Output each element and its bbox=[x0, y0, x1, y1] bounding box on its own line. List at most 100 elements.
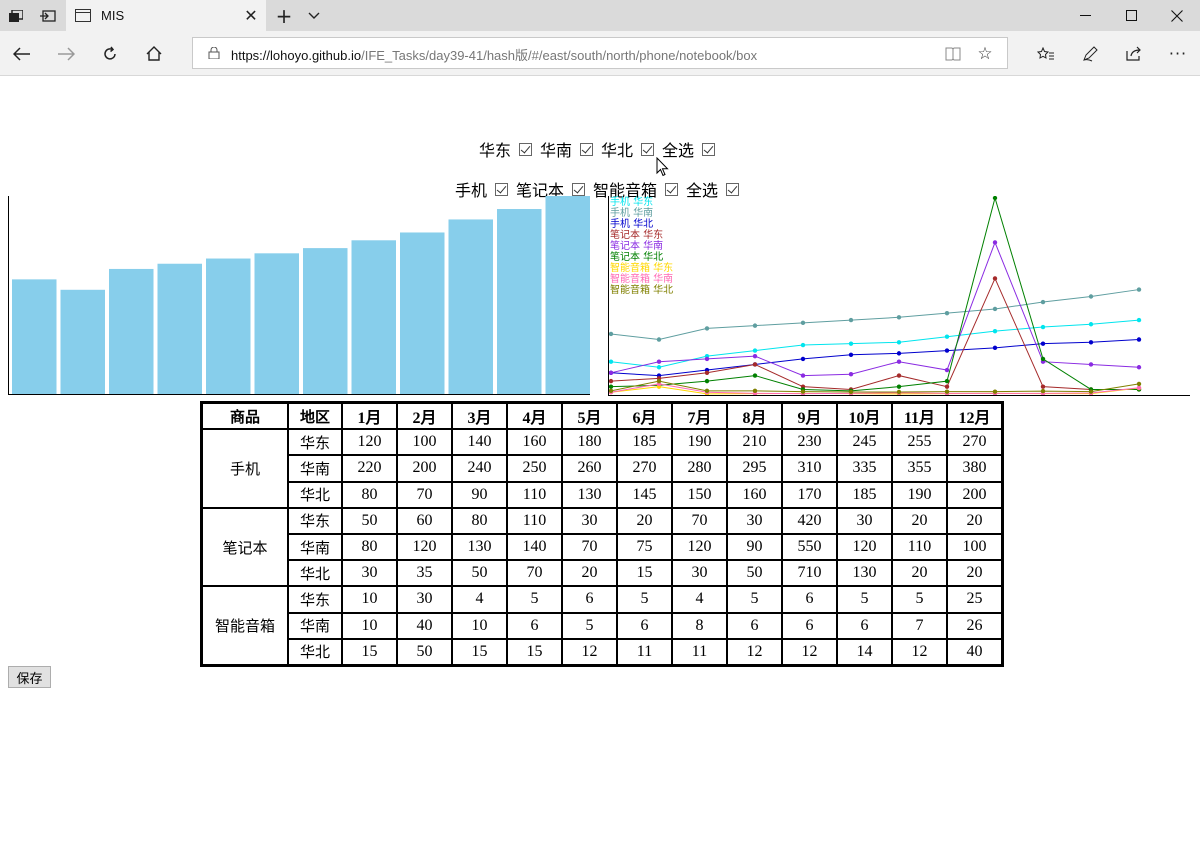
data-point bbox=[992, 276, 998, 281]
table-header-row: 商品 地区 1月 2月 3月 4月 5月 6月 7月 8月 9月 10月 11月 12月 bbox=[202, 403, 1002, 430]
new-tab-icon[interactable]: + bbox=[268, 0, 300, 31]
region-checkbox[interactable] bbox=[702, 142, 716, 156]
data-point bbox=[608, 388, 614, 394]
data-point bbox=[992, 196, 998, 201]
value-cell: 20 bbox=[947, 507, 1002, 534]
product-cell: 手机 bbox=[202, 429, 288, 508]
table-row: 华北 80 70 90 110 130 145 150 160 170 185 190 200 bbox=[202, 481, 1002, 508]
product-checkbox[interactable] bbox=[726, 182, 740, 196]
region-checkbox[interactable] bbox=[580, 142, 593, 156]
value-cell: 100 bbox=[397, 429, 452, 456]
data-point bbox=[1040, 299, 1046, 305]
product-checkbox[interactable] bbox=[494, 182, 508, 196]
favorites-icon[interactable] bbox=[1024, 31, 1068, 76]
save-button[interactable]: 保存 bbox=[8, 666, 51, 688]
bar bbox=[157, 263, 202, 394]
region-cell: 华南 bbox=[288, 455, 342, 482]
value-cell: 5 bbox=[507, 586, 562, 613]
set-tabs-aside-icon[interactable] bbox=[32, 0, 64, 31]
data-point bbox=[704, 356, 710, 362]
value-cell: 75 bbox=[617, 533, 672, 561]
value-cell: 160 bbox=[727, 481, 782, 508]
value-cell: 70 bbox=[672, 507, 727, 534]
data-point bbox=[848, 317, 854, 323]
region-checkbox[interactable] bbox=[518, 142, 532, 156]
data-point bbox=[608, 370, 614, 376]
value-cell: 255 bbox=[892, 429, 947, 456]
refresh-icon[interactable] bbox=[88, 31, 132, 76]
value-cell: 335 bbox=[837, 455, 892, 482]
minimize-icon[interactable] bbox=[1062, 0, 1108, 31]
reading-view-icon[interactable] bbox=[941, 42, 965, 66]
value-cell: 14 bbox=[837, 638, 892, 665]
active-tab[interactable]: MIS ✕ bbox=[66, 0, 266, 31]
more-options-icon[interactable]: ··· bbox=[1156, 31, 1200, 76]
region-cell: 华南 bbox=[288, 612, 342, 639]
data-point bbox=[608, 378, 614, 384]
value-cell: 8 bbox=[672, 612, 727, 639]
value-cell: 10 bbox=[342, 612, 397, 639]
table-row: 华南 80 120 130 140 70 75 120 90 550 120 110 100 bbox=[202, 533, 1002, 561]
data-point bbox=[752, 323, 758, 328]
address-bar[interactable]: https://lohoyo.github.io/IFE_Tasks/day39… bbox=[192, 37, 1008, 69]
data-point bbox=[944, 348, 950, 353]
data-point bbox=[1136, 365, 1142, 370]
close-window-icon[interactable] bbox=[1154, 0, 1200, 31]
home-icon[interactable] bbox=[132, 31, 176, 76]
share-icon[interactable] bbox=[1112, 31, 1156, 76]
value-cell: 240 bbox=[452, 455, 507, 482]
table-row: 华北 15 50 15 15 12 11 11 12 12 14 12 40 bbox=[202, 638, 1002, 665]
data-point bbox=[944, 334, 950, 339]
value-cell: 5 bbox=[892, 586, 947, 613]
column-header: 6月 bbox=[617, 403, 672, 430]
value-cell: 185 bbox=[837, 481, 892, 508]
table-row: 笔记本 华东 50 60 80 110 30 20 70 30 420 30 20 20 bbox=[202, 507, 1002, 587]
data-point bbox=[1088, 362, 1094, 367]
close-tab-icon[interactable]: ✕ bbox=[236, 0, 266, 31]
bar bbox=[400, 232, 445, 394]
value-cell: 120 bbox=[342, 429, 397, 456]
page-icon bbox=[75, 9, 91, 22]
value-cell: 355 bbox=[892, 455, 947, 482]
product-checkbox[interactable] bbox=[665, 182, 679, 196]
tab-actions-icon[interactable] bbox=[0, 0, 32, 31]
product-checkbox[interactable] bbox=[572, 182, 585, 196]
region-cell: 华北 bbox=[288, 638, 342, 665]
value-cell: 20 bbox=[617, 507, 672, 534]
legend-entry: 智能音箱 华东 bbox=[610, 261, 673, 274]
data-point bbox=[1088, 294, 1094, 299]
data-point bbox=[656, 337, 662, 342]
browser-nav-bar: https://lohoyo.github.io/IFE_Tasks/day39… bbox=[0, 31, 1200, 76]
column-header: 12月 bbox=[947, 403, 1002, 430]
value-cell: 150 bbox=[672, 481, 727, 508]
back-icon[interactable] bbox=[0, 31, 44, 76]
data-point bbox=[704, 370, 710, 376]
value-cell: 40 bbox=[397, 612, 452, 639]
bar bbox=[351, 240, 396, 394]
region-option: 华南 bbox=[540, 137, 599, 161]
data-point bbox=[1136, 385, 1142, 390]
data-point bbox=[1088, 340, 1094, 345]
region-checkbox[interactable] bbox=[641, 142, 655, 156]
region-filter: 华东 华南 华北 全选 bbox=[0, 137, 1200, 161]
favorite-star-icon[interactable]: ☆ bbox=[973, 42, 997, 66]
tab-list-chevron-icon[interactable] bbox=[298, 0, 330, 31]
data-point bbox=[896, 384, 902, 389]
bar bbox=[12, 279, 57, 394]
value-cell: 80 bbox=[342, 481, 397, 508]
region-option: 华东 bbox=[479, 137, 538, 161]
forward-icon[interactable] bbox=[44, 31, 88, 76]
tab-title: MIS bbox=[101, 8, 125, 23]
value-cell: 6 bbox=[837, 612, 892, 639]
value-cell: 130 bbox=[452, 533, 507, 561]
region-cell: 华东 bbox=[288, 586, 342, 613]
maximize-icon[interactable] bbox=[1108, 0, 1154, 31]
value-cell: 190 bbox=[892, 481, 947, 508]
series-line bbox=[610, 241, 1140, 377]
notes-pen-icon[interactable] bbox=[1068, 31, 1112, 76]
value-cell: 12 bbox=[782, 638, 837, 665]
data-point bbox=[1136, 287, 1142, 292]
bar bbox=[206, 258, 251, 394]
data-point bbox=[992, 389, 998, 394]
data-point bbox=[800, 320, 806, 326]
